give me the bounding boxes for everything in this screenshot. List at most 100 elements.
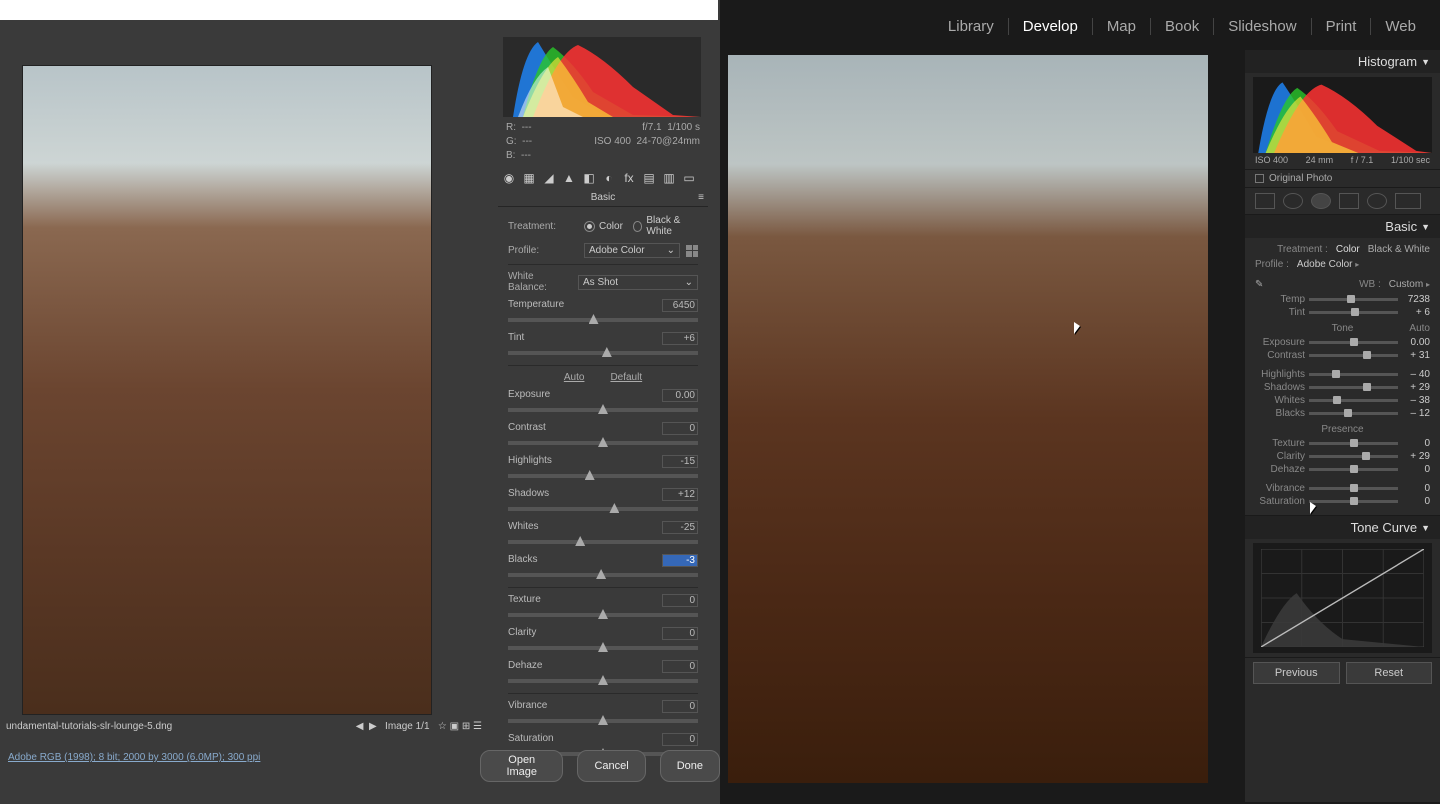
contrast-value[interactable]: 0: [662, 422, 698, 435]
highlights-slider[interactable]: Highlights-15: [508, 455, 698, 478]
whites-slider[interactable]: Whites-25: [508, 521, 698, 544]
contrast-slider[interactable]: Contrast0: [508, 422, 698, 445]
reset-button[interactable]: Reset: [1346, 662, 1433, 684]
profile-browse-icon[interactable]: [686, 245, 698, 257]
cancel-button[interactable]: Cancel: [577, 750, 645, 782]
auto-button-lr[interactable]: Auto: [1409, 323, 1430, 334]
tool-detail-icon[interactable]: ▲: [562, 171, 576, 185]
rating-icon[interactable]: ☆: [438, 721, 447, 732]
default-button[interactable]: Default: [610, 372, 642, 383]
histogram[interactable]: [503, 37, 701, 117]
crop-tool-icon[interactable]: [1255, 193, 1275, 209]
vibrance-slider[interactable]: Vibrance0: [508, 700, 698, 723]
blacks-value[interactable]: -3: [662, 554, 698, 567]
lr-shadows-slider[interactable]: Shadows+ 29: [1255, 382, 1430, 393]
lr-tint-value[interactable]: + 6: [1402, 307, 1430, 318]
saturation-value[interactable]: 0: [662, 733, 698, 746]
prev-image-icon[interactable]: ◀: [356, 721, 364, 732]
temperature-value[interactable]: 6450: [662, 299, 698, 312]
tint-slider[interactable]: Tint+6: [508, 332, 698, 355]
gradient-tool-icon[interactable]: [1339, 193, 1359, 209]
brush-tool-icon[interactable]: [1395, 193, 1421, 209]
basic-panel-header-lr[interactable]: Basic▼: [1245, 215, 1440, 238]
lr-texture-slider[interactable]: Texture0: [1255, 438, 1430, 449]
lr-vibrance-slider[interactable]: Vibrance0: [1255, 483, 1430, 494]
blacks-slider[interactable]: Blacks-3: [508, 554, 698, 577]
lr-whites-value[interactable]: – 38: [1402, 395, 1430, 406]
redeye-tool-icon[interactable]: [1311, 193, 1331, 209]
nav-web[interactable]: Web: [1371, 18, 1430, 35]
previous-button[interactable]: Previous: [1253, 662, 1340, 684]
shadows-slider[interactable]: Shadows+12: [508, 488, 698, 511]
wb-select[interactable]: As Shot⌄: [578, 275, 698, 290]
lr-histogram[interactable]: [1253, 77, 1432, 153]
tool-tone-icon[interactable]: ◧: [582, 171, 596, 185]
nav-map[interactable]: Map: [1093, 18, 1151, 35]
panel-menu-icon[interactable]: ≡: [698, 192, 704, 203]
exposure-value[interactable]: 0.00: [662, 389, 698, 402]
lr-blacks-slider[interactable]: Blacks– 12: [1255, 408, 1430, 419]
tone-curve-chart[interactable]: [1253, 543, 1432, 653]
lr-treatment-bw[interactable]: Black & White: [1368, 244, 1430, 255]
tool-lens-icon[interactable]: ◐: [602, 171, 616, 185]
nav-develop[interactable]: Develop: [1009, 18, 1093, 35]
lr-contrast-value[interactable]: + 31: [1402, 350, 1430, 361]
tint-value[interactable]: +6: [662, 332, 698, 345]
lr-exposure-value[interactable]: 0.00: [1402, 337, 1430, 348]
nav-print[interactable]: Print: [1312, 18, 1372, 35]
spot-tool-icon[interactable]: [1283, 193, 1303, 209]
clarity-slider[interactable]: Clarity0: [508, 627, 698, 650]
original-photo-row[interactable]: Original Photo: [1245, 169, 1440, 188]
settings-icon[interactable]: ☰: [473, 721, 482, 732]
profile-browse-icon[interactable]: [1419, 259, 1430, 270]
lr-vibrance-value[interactable]: 0: [1402, 483, 1430, 494]
tool-edit-icon[interactable]: ◉: [502, 171, 516, 185]
tool-straighten-icon[interactable]: ◢: [542, 171, 556, 185]
lr-clarity-slider[interactable]: Clarity+ 29: [1255, 451, 1430, 462]
treatment-bw-radio[interactable]: Black & White: [633, 215, 698, 237]
dehaze-slider[interactable]: Dehaze0: [508, 660, 698, 683]
sync-icon[interactable]: ⊞: [462, 721, 470, 732]
lr-preview-image[interactable]: [728, 55, 1208, 783]
lr-highlights-value[interactable]: – 40: [1402, 369, 1430, 380]
lr-wb-select[interactable]: Custom ▸: [1389, 279, 1430, 290]
auto-button[interactable]: Auto: [564, 372, 585, 383]
nav-library[interactable]: Library: [934, 18, 1009, 35]
lr-texture-value[interactable]: 0: [1402, 438, 1430, 449]
lr-exposure-slider[interactable]: Exposure0.00: [1255, 337, 1430, 348]
radial-tool-icon[interactable]: [1367, 193, 1387, 209]
dehaze-value[interactable]: 0: [662, 660, 698, 673]
checkbox-icon[interactable]: [1255, 174, 1264, 183]
open-image-button[interactable]: Open Image: [480, 750, 563, 782]
texture-value[interactable]: 0: [662, 594, 698, 607]
tool-fx-icon[interactable]: fx: [622, 171, 636, 185]
lr-contrast-slider[interactable]: Contrast+ 31: [1255, 350, 1430, 361]
filter-icon[interactable]: ▣: [450, 721, 459, 732]
lr-dehaze-value[interactable]: 0: [1402, 464, 1430, 475]
workflow-options-link[interactable]: Adobe RGB (1998); 8 bit; 2000 by 3000 (6…: [8, 752, 260, 763]
nav-book[interactable]: Book: [1151, 18, 1214, 35]
next-image-icon[interactable]: ▶: [369, 721, 377, 732]
tool-crop-icon[interactable]: ▦: [522, 171, 536, 185]
lr-temp-value[interactable]: 7238: [1402, 294, 1430, 305]
tool-preset-icon[interactable]: ▭: [682, 171, 696, 185]
lr-shadows-value[interactable]: + 29: [1402, 382, 1430, 393]
lr-temp-slider[interactable]: Temp7238: [1255, 294, 1430, 305]
highlights-value[interactable]: -15: [662, 455, 698, 468]
vibrance-value[interactable]: 0: [662, 700, 698, 713]
acr-preview-image[interactable]: [22, 65, 432, 715]
profile-select[interactable]: Adobe Color⌄: [584, 243, 680, 258]
tool-cal-icon[interactable]: ▥: [662, 171, 676, 185]
lr-whites-slider[interactable]: Whites– 38: [1255, 395, 1430, 406]
lr-treatment-color[interactable]: Color: [1336, 244, 1360, 255]
clarity-value[interactable]: 0: [662, 627, 698, 640]
histogram-panel-header[interactable]: Histogram▼: [1245, 50, 1440, 73]
lr-blacks-value[interactable]: – 12: [1402, 408, 1430, 419]
tool-split-icon[interactable]: ▤: [642, 171, 656, 185]
lr-clarity-value[interactable]: + 29: [1402, 451, 1430, 462]
treatment-color-radio[interactable]: Color: [584, 221, 623, 232]
temperature-slider[interactable]: Temperature6450: [508, 299, 698, 322]
lr-highlights-slider[interactable]: Highlights– 40: [1255, 369, 1430, 380]
lr-saturation-slider[interactable]: Saturation0: [1255, 496, 1430, 507]
exposure-slider[interactable]: Exposure0.00: [508, 389, 698, 412]
